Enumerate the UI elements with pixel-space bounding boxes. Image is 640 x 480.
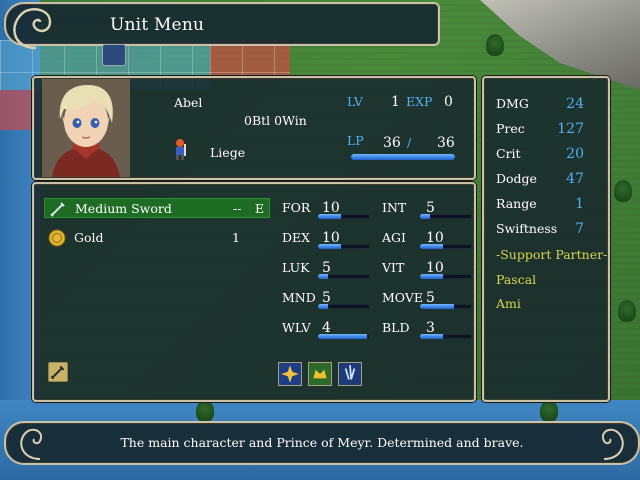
stat-label: BLD bbox=[382, 320, 410, 335]
attack-range-overlay bbox=[210, 40, 290, 80]
stat-gauge-fill bbox=[318, 214, 342, 219]
stat-label: LUK bbox=[282, 260, 310, 275]
lp-current: 36 bbox=[383, 135, 401, 151]
lp-separator: / bbox=[407, 135, 412, 150]
unit-name: Abel bbox=[174, 95, 203, 110]
stat-gauge-fill bbox=[420, 244, 444, 249]
unit-description: The main character and Prince of Meyr. D… bbox=[120, 435, 524, 450]
stat-gauge bbox=[420, 244, 472, 249]
stat-gauge-fill bbox=[318, 274, 329, 279]
sword-icon bbox=[49, 200, 67, 218]
stat-gauge bbox=[318, 214, 370, 219]
stat-gauge-fill bbox=[420, 274, 444, 279]
stat-gauge bbox=[420, 214, 472, 219]
stat-gauge-fill bbox=[420, 334, 444, 339]
stat-gauge bbox=[318, 304, 370, 309]
lp-gauge bbox=[351, 154, 455, 160]
stat-gauge-fill bbox=[318, 334, 368, 339]
item-row[interactable]: Medium Sword -- E bbox=[44, 198, 270, 218]
combat-stat-label: Swiftness bbox=[496, 221, 558, 236]
stat-label: MOVE bbox=[382, 290, 423, 305]
weapon-slot-sword-icon[interactable] bbox=[48, 362, 68, 382]
stat-gauge bbox=[318, 274, 370, 279]
map-unit-sprite bbox=[102, 44, 126, 66]
stat-label: WLV bbox=[282, 320, 311, 335]
character-portrait bbox=[42, 79, 130, 177]
level-label: LV bbox=[347, 94, 363, 109]
stat-gauge bbox=[318, 334, 370, 339]
lp-label: LP bbox=[347, 133, 364, 148]
combat-stat-value: 1 bbox=[575, 196, 584, 212]
page-title: Unit Menu bbox=[110, 15, 205, 35]
combat-stat-value: 20 bbox=[566, 146, 584, 162]
item-name: Gold bbox=[74, 230, 104, 245]
stat-label: DEX bbox=[282, 230, 311, 245]
item-uses: 1 bbox=[232, 230, 240, 245]
exp-value: 0 bbox=[444, 94, 453, 110]
unit-class: Liege bbox=[210, 145, 246, 160]
stat-label: AGI bbox=[382, 230, 406, 245]
gold-coin-icon bbox=[48, 229, 66, 247]
lp-max: 36 bbox=[437, 135, 455, 151]
stat-label: VIT bbox=[382, 260, 405, 275]
menu-title-bar: Unit Menu bbox=[4, 2, 440, 50]
burst-skill-icon[interactable] bbox=[278, 362, 302, 386]
combat-stat-label: Prec bbox=[496, 121, 525, 136]
unit-class-sprite-icon bbox=[176, 139, 186, 160]
attack-range-overlay-left bbox=[0, 90, 36, 130]
stat-gauge-fill bbox=[420, 304, 454, 309]
stat-label: MND bbox=[282, 290, 316, 305]
stat-label: INT bbox=[382, 200, 407, 215]
crest-skill-icon[interactable] bbox=[308, 362, 332, 386]
combat-stat-value: 127 bbox=[557, 121, 584, 137]
support-partner-name[interactable]: Ami bbox=[496, 296, 521, 311]
item-row[interactable]: Gold 1 bbox=[44, 228, 270, 248]
stat-gauge bbox=[420, 274, 472, 279]
support-partner-name[interactable]: Pascal bbox=[496, 272, 536, 287]
stat-gauge-fill bbox=[420, 214, 431, 219]
battle-record: 0Btl 0Win bbox=[244, 113, 307, 128]
stat-gauge bbox=[420, 304, 472, 309]
combat-stat-value: 47 bbox=[566, 171, 584, 187]
stat-gauge-fill bbox=[318, 244, 342, 249]
stat-gauge bbox=[420, 334, 472, 339]
item-equipped-mark: E bbox=[255, 201, 265, 216]
lp-gauge-fill bbox=[351, 154, 455, 160]
level-value: 1 bbox=[391, 94, 400, 110]
description-bar: The main character and Prince of Meyr. D… bbox=[4, 421, 640, 465]
combat-stat-label: Dodge bbox=[496, 171, 537, 186]
combat-stat-label: Range bbox=[496, 196, 537, 211]
combat-stat-value: 24 bbox=[566, 96, 584, 112]
combat-stat-label: DMG bbox=[496, 96, 529, 111]
stat-gauge bbox=[318, 244, 370, 249]
combat-stat-value: 7 bbox=[575, 221, 584, 237]
stat-gauge-fill bbox=[318, 304, 329, 309]
spirit-skill-icon[interactable] bbox=[338, 362, 362, 386]
ornament-swirl-icon bbox=[13, 8, 52, 50]
combat-stat-label: Crit bbox=[496, 146, 521, 161]
item-uses: -- bbox=[233, 201, 242, 216]
stat-label: FOR bbox=[282, 200, 311, 215]
exp-label: EXP bbox=[406, 94, 433, 109]
support-partner-heading: -Support Partner- bbox=[496, 247, 608, 262]
item-name: Medium Sword bbox=[75, 201, 172, 216]
